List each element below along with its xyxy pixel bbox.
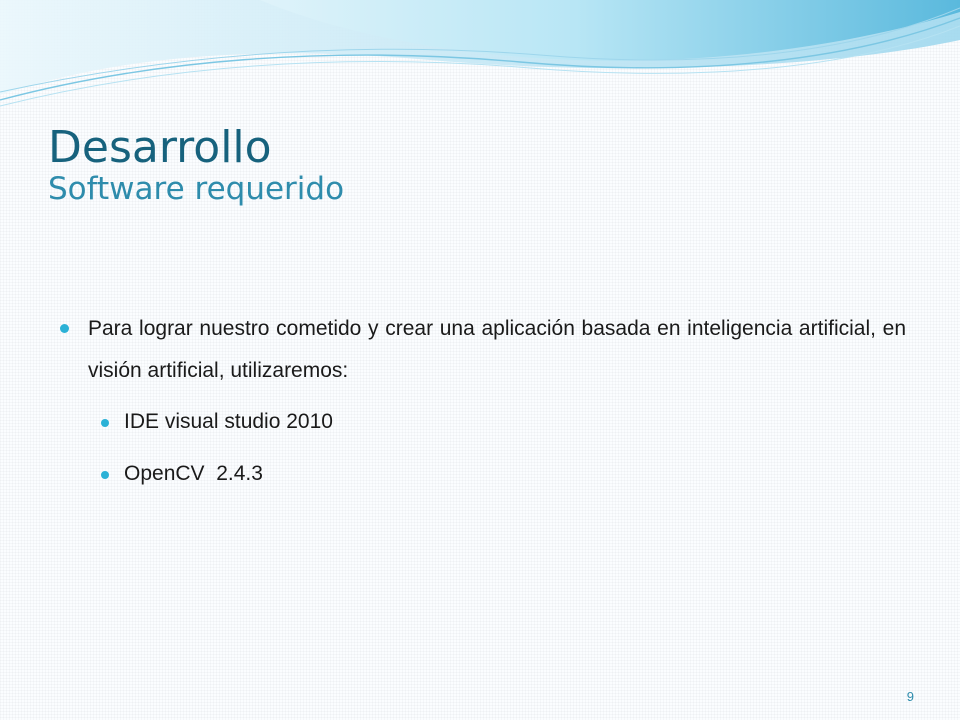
slide-content: Para lograr nuestro cometido y crear una… (60, 308, 906, 488)
bullet-text: Para lograr nuestro cometido y crear una… (88, 317, 906, 382)
header-wave-decoration (0, 0, 960, 107)
bullet-item: Para lograr nuestro cometido y crear una… (60, 308, 906, 392)
slide-subtitle: Software requerido (48, 170, 345, 207)
page-number: 9 (906, 689, 914, 704)
bullet-dot-icon (101, 419, 109, 427)
bullet-dot-icon (60, 324, 69, 333)
bullet-dot-icon (101, 471, 109, 479)
sub-bullet-text: IDE visual studio 2010 (124, 410, 333, 433)
slide-title-block: Desarrollo Software requerido (48, 122, 344, 208)
sub-bullet-item: OpenCV 2.4.3 (98, 460, 906, 488)
slide-title: Desarrollo (48, 122, 272, 173)
sub-bullet-text: OpenCV 2.4.3 (124, 462, 263, 485)
sub-bullet-item: IDE visual studio 2010 (98, 408, 906, 436)
